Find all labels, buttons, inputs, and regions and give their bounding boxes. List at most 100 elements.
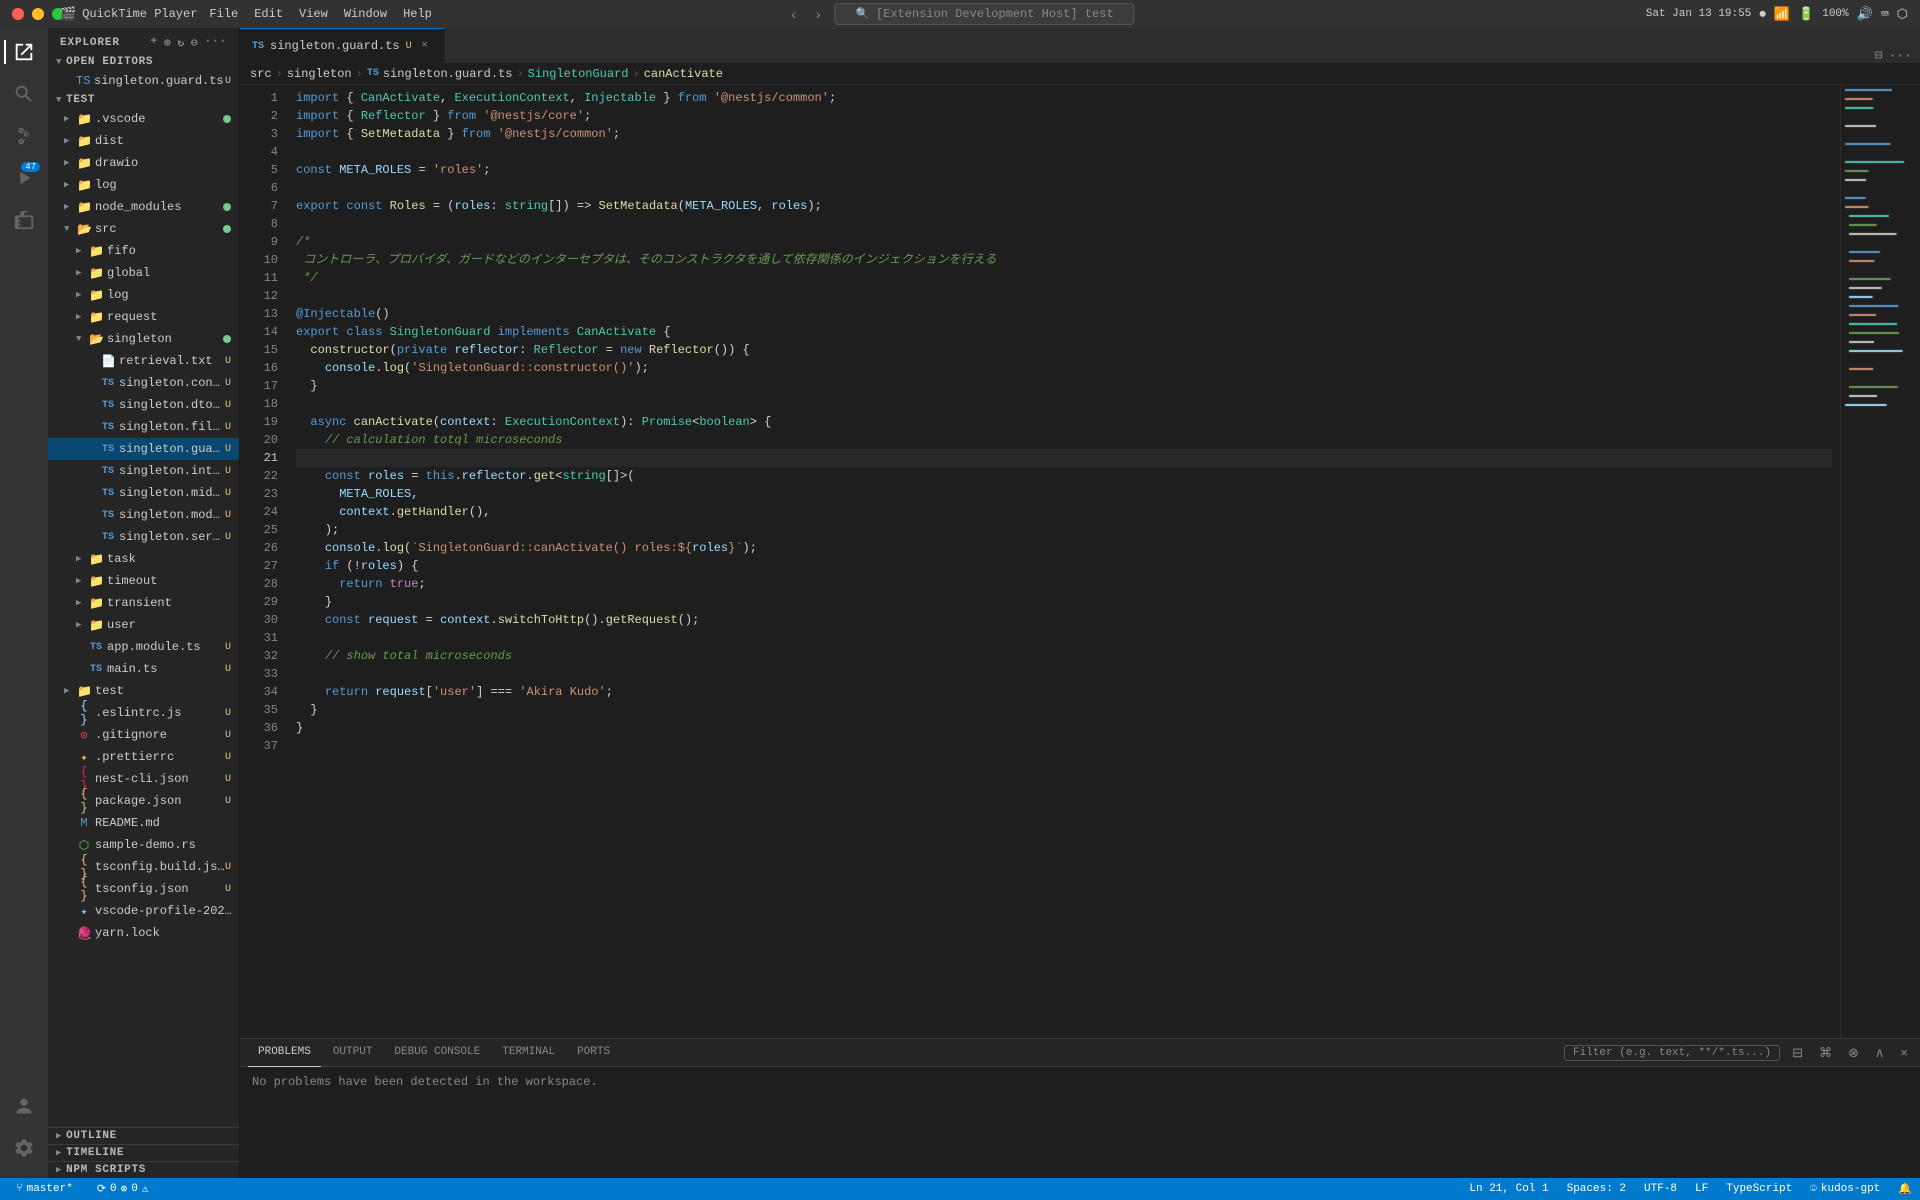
status-language[interactable]: TypeScript [1718, 1178, 1800, 1200]
folder-icon: 📁 [89, 596, 103, 611]
status-spaces[interactable]: Spaces: 2 [1559, 1178, 1634, 1200]
singleton-folder[interactable]: ▼ 📂 singleton [48, 328, 239, 350]
md-icon: M [77, 816, 91, 830]
panel-tab-ports[interactable]: PORTS [567, 1039, 620, 1067]
task-folder[interactable]: ▶ 📁 task [48, 548, 239, 570]
wrap-btn[interactable]: ⌘ [1815, 1043, 1836, 1063]
request-folder[interactable]: ▶ 📁 request [48, 306, 239, 328]
main-ts[interactable]: TS main.ts U [48, 658, 239, 680]
timeout-folder[interactable]: ▶ 📁 timeout [48, 570, 239, 592]
timeline-header[interactable]: ▶ TIMELINE [48, 1145, 239, 1161]
singleton-controller[interactable]: TS singleton.controller.ts U [48, 372, 239, 394]
nav-back-button[interactable]: ‹ [785, 4, 802, 24]
status-eol[interactable]: LF [1687, 1178, 1716, 1200]
gitignore-file[interactable]: ⊙ .gitignore U [48, 724, 239, 746]
breadcrumb-src[interactable]: src [250, 67, 272, 81]
split-editor-icon[interactable]: ⊟ [1875, 48, 1883, 63]
panel-tab-problems[interactable]: PROBLEMS [248, 1039, 321, 1067]
filter-btn[interactable]: ⊟ [1788, 1043, 1807, 1063]
close-button[interactable] [12, 8, 24, 20]
filter-input[interactable]: Filter (e.g. text, **/*.ts...) [1564, 1045, 1780, 1061]
user-folder[interactable]: ▶ 📁 user [48, 614, 239, 636]
minimize-button[interactable] [32, 8, 44, 20]
vscode-profile-file[interactable]: ✦ vscode-profile-2022-0... [48, 900, 239, 922]
breadcrumb-class[interactable]: SingletonGuard [528, 67, 629, 81]
tsconfig-file[interactable]: { } tsconfig.json U [48, 878, 239, 900]
readme-file[interactable]: M README.md [48, 812, 239, 834]
tab-close-button[interactable]: × [418, 39, 432, 53]
package-modified: U [225, 796, 239, 807]
new-folder-icon[interactable]: ⊕ [164, 36, 172, 50]
breadcrumb-method[interactable]: canActivate [644, 67, 723, 81]
menu-edit[interactable]: Edit [254, 7, 283, 21]
collapse-all-icon[interactable]: ⊖ [191, 36, 199, 50]
singleton-module[interactable]: TS singleton.module.ts U [48, 504, 239, 526]
explorer-activity-icon[interactable] [4, 32, 44, 72]
tab-singleton-guard[interactable]: TS singleton.guard.ts U × [240, 28, 445, 63]
collapse-panel-btn[interactable]: ∧ [1871, 1043, 1889, 1063]
singleton-service[interactable]: TS singleton.service.ts U [48, 526, 239, 548]
close-panel-btn[interactable]: × [1896, 1043, 1912, 1062]
retrieval-txt[interactable]: 📄 retrieval.txt U [48, 350, 239, 372]
settings-activity-icon[interactable] [4, 1128, 44, 1168]
search-bar[interactable]: 🔍 [Extension Development Host] test [835, 3, 1135, 25]
menu-view[interactable]: View [299, 7, 328, 21]
open-editor-singleton-guard[interactable]: TS singleton.guard.ts U [48, 70, 239, 92]
bell-icon: 🔔 [1898, 1182, 1912, 1196]
eslint-file[interactable]: { } .eslintrc.js U [48, 702, 239, 724]
menu-file[interactable]: File [209, 7, 238, 21]
node-modules-folder[interactable]: ▶ 📁 node_modules [48, 196, 239, 218]
app-module[interactable]: TS app.module.ts U [48, 636, 239, 658]
src-folder[interactable]: ▼ 📂 src [48, 218, 239, 240]
run-debug-activity-icon[interactable]: 47 [4, 158, 44, 198]
dist-folder[interactable]: ▶ 📁 dist [48, 130, 239, 152]
account-activity-icon[interactable] [4, 1086, 44, 1126]
clear-btn[interactable]: ⊗ [1844, 1043, 1863, 1063]
singleton-filter[interactable]: TS singleton.filter.ts U [48, 416, 239, 438]
filter-modified: U [225, 422, 239, 433]
npm-label: NPM SCRIPTS [66, 1164, 146, 1176]
panel-tab-debug-console[interactable]: DEBUG CONSOLE [384, 1039, 490, 1067]
code-editor[interactable]: 1234567891011121314151617181920212223242… [240, 85, 1840, 1038]
fifo-folder[interactable]: ▶ 📁 fifo [48, 240, 239, 262]
log-folder[interactable]: ▶ 📁 log [48, 174, 239, 196]
global-folder[interactable]: ▶ 📁 global [48, 262, 239, 284]
panel-tab-output[interactable]: OUTPUT [323, 1039, 383, 1067]
code-content[interactable]: import { CanActivate, ExecutionContext, … [288, 85, 1840, 1038]
nav-forward-button[interactable]: › [810, 4, 827, 24]
status-right: Ln 21, Col 1 Spaces: 2 UTF-8 LF TypeScri… [1461, 1178, 1920, 1200]
search-activity-icon[interactable] [4, 74, 44, 114]
log-src-folder[interactable]: ▶ 📁 log [48, 284, 239, 306]
open-editors-header[interactable]: ▼ OPEN EDITORS [48, 54, 239, 70]
yarn-lock-file[interactable]: 🧶 yarn.lock [48, 922, 239, 944]
panel-right-actions: Filter (e.g. text, **/*.ts...) ⊟ ⌘ ⊗ ∧ × [1564, 1043, 1912, 1063]
outline-header[interactable]: ▶ OUTLINE [48, 1128, 239, 1144]
singleton-guard-file[interactable]: TS singleton.guard.ts U [48, 438, 239, 460]
singleton-interceptor[interactable]: TS singleton.intercepto... U [48, 460, 239, 482]
panel-tab-terminal[interactable]: TERMINAL [492, 1039, 565, 1067]
new-file-icon[interactable]: + [151, 36, 158, 50]
extensions-activity-icon[interactable] [4, 200, 44, 240]
source-control-activity-icon[interactable] [4, 116, 44, 156]
menu-help[interactable]: Help [403, 7, 432, 21]
singleton-dto[interactable]: TS singleton.dto.ts U [48, 394, 239, 416]
breadcrumb-file[interactable]: singleton.guard.ts [383, 67, 513, 81]
more-actions-icon[interactable]: ··· [205, 36, 227, 50]
status-line-col[interactable]: Ln 21, Col 1 [1461, 1178, 1556, 1200]
status-branch-item[interactable]: ⑂ master* [8, 1178, 81, 1200]
refresh-icon[interactable]: ↻ [178, 36, 186, 50]
more-tab-actions-icon[interactable]: ··· [1889, 48, 1912, 63]
status-notifications[interactable]: 🔔 [1890, 1178, 1920, 1200]
status-sync-item[interactable]: ⟳ 0 ⊗ 0 ⚠ [89, 1178, 157, 1200]
breadcrumb-singleton[interactable]: singleton [287, 67, 352, 81]
npm-header[interactable]: ▶ NPM SCRIPTS [48, 1162, 239, 1178]
singleton-middleware[interactable]: TS singleton.middlewar... U [48, 482, 239, 504]
menu-window[interactable]: Window [344, 7, 387, 21]
transient-folder[interactable]: ▶ 📁 transient [48, 592, 239, 614]
drawio-folder[interactable]: ▶ 📁 drawio [48, 152, 239, 174]
status-feedback[interactable]: ☺ kudos-gpt [1802, 1178, 1888, 1200]
vscode-folder[interactable]: ▶ 📁 .vscode [48, 108, 239, 130]
test-section-header[interactable]: ▼ TEST [48, 92, 239, 108]
status-encoding[interactable]: UTF-8 [1636, 1178, 1685, 1200]
package-json-file[interactable]: { } package.json U [48, 790, 239, 812]
